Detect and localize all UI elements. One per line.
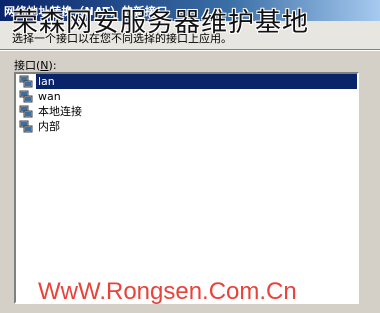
interface-list-label-hotkey: N (40, 59, 49, 72)
network-adapter-icon (19, 75, 33, 88)
interface-list-label: 接口(N): (14, 57, 57, 73)
interface-list-label-suffix: ): (48, 59, 57, 72)
interface-item-wan[interactable]: wan (16, 89, 357, 104)
interface-list-label-text: 接口( (14, 59, 41, 72)
interface-item-lan[interactable]: lan (16, 74, 357, 89)
watermark-top: 荣森网安服务器维护基地 (12, 8, 310, 38)
interface-item-label: lan (36, 74, 357, 89)
network-adapter-icon (19, 90, 33, 103)
network-adapter-icon (19, 120, 33, 133)
interface-item-label: 本地连接 (38, 105, 82, 118)
interface-listbox[interactable]: lan wan 本地连接 内部 (14, 72, 359, 304)
network-adapter-icon (19, 105, 33, 118)
watermark-bottom: WwW.Rongsen.Com.Cn (38, 278, 297, 305)
header-separator (0, 49, 380, 51)
interface-item-label: wan (38, 90, 61, 103)
interface-item-internal[interactable]: 内部 (16, 119, 357, 134)
interface-item-label: 内部 (38, 120, 60, 133)
interface-item-local-connection[interactable]: 本地连接 (16, 104, 357, 119)
